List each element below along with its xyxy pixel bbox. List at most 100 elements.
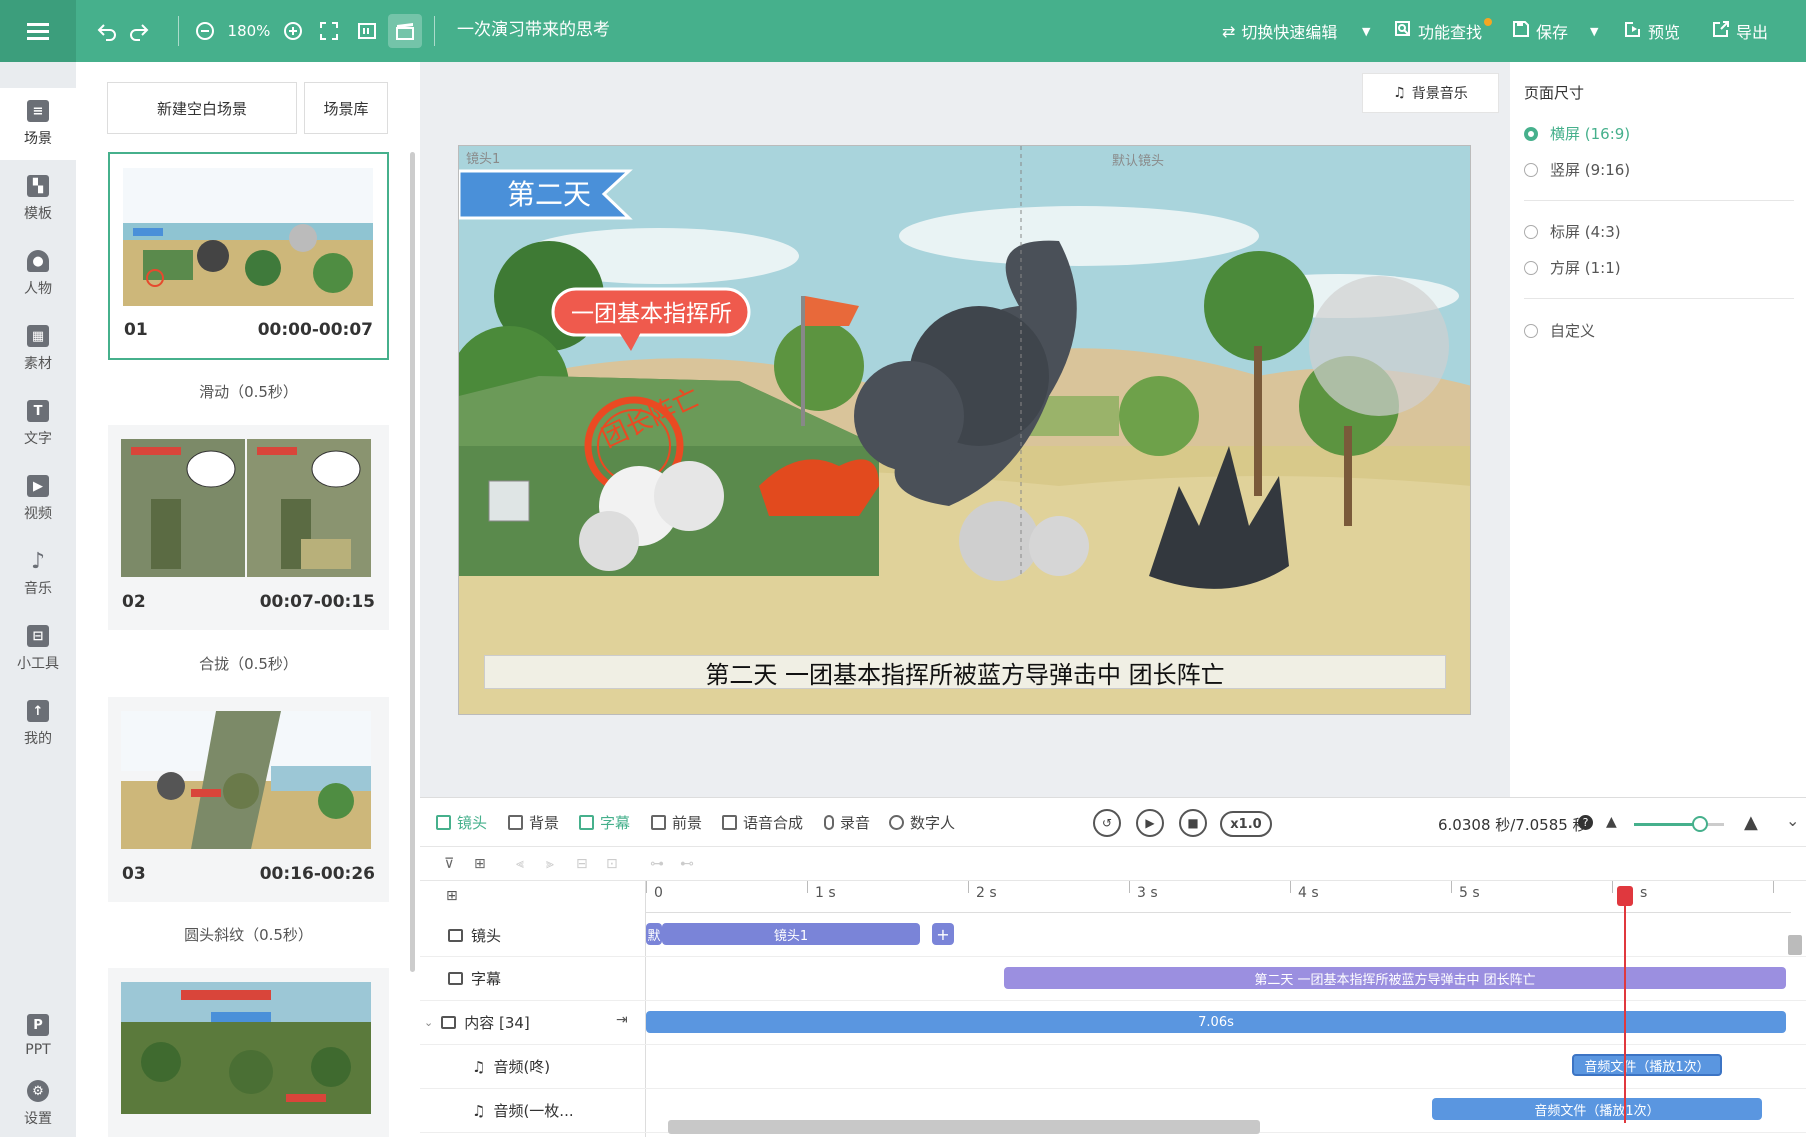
collapse-icon[interactable]: ⌄ — [1786, 811, 1799, 830]
nav-settings[interactable]: ⚙ 设置 — [0, 1074, 76, 1134]
tick-label: 2 s — [976, 885, 997, 901]
day-banner: 第二天 — [507, 178, 591, 211]
radio-square[interactable]: 方屏 (1:1) — [1524, 257, 1621, 278]
speed-button[interactable]: x1.0 — [1220, 811, 1272, 837]
tool-lens[interactable]: 镜头 — [436, 812, 487, 833]
group-icon[interactable]: ⊞ — [474, 856, 486, 872]
distribute-icon[interactable]: ⊡ — [606, 856, 618, 872]
zoom-out-timeline-icon[interactable]: ▲ — [1606, 814, 1617, 830]
scene-illustration: 团长阵亡 第二天 一团基本指挥所 — [459, 146, 1470, 714]
tick — [1612, 881, 1613, 893]
align-right-icon[interactable]: ⫸ — [546, 856, 554, 872]
link-icon[interactable]: ⊶ — [650, 856, 664, 872]
subtitle-overlay[interactable]: 第二天 一团基本指挥所被蓝方导弹击中 团长阵亡 — [484, 655, 1446, 689]
page-size-title: 页面尺寸 — [1524, 84, 1585, 102]
zoom-in-icon[interactable] — [278, 0, 308, 62]
playhead-handle[interactable] — [1617, 886, 1633, 906]
help-icon[interactable]: ? — [1578, 815, 1593, 830]
default-lens-clip[interactable]: 默 — [646, 923, 662, 945]
tool-tts[interactable]: 语音合成 — [722, 812, 803, 833]
document-title[interactable]: 一次演习带来的思考 — [457, 0, 610, 62]
fit-screen-icon[interactable] — [352, 0, 382, 62]
track-label-audio2: ♫ 音频(一枚... — [472, 1100, 574, 1121]
tool-subtitle[interactable]: 字幕 — [579, 812, 630, 833]
tool-digital-human[interactable]: 数字人 — [889, 812, 955, 833]
scene-card[interactable]: 01 00:00-00:07 — [108, 152, 389, 360]
tool-foreground[interactable]: 前景 — [651, 812, 702, 833]
timeline-subtoolbar — [420, 847, 1806, 881]
replay-icon[interactable]: ↺ — [1093, 809, 1121, 837]
nav-music[interactable]: ♪ 音乐 — [0, 538, 76, 610]
content-clip[interactable]: 7.06s — [646, 1011, 1786, 1033]
nav-text[interactable]: T 文字 — [0, 388, 76, 460]
zoom-in-timeline-icon[interactable]: ▲ — [1744, 812, 1758, 833]
feature-search-button[interactable]: 功能查找 — [1394, 0, 1493, 62]
tool-record[interactable]: 录音 — [824, 812, 870, 833]
radio-landscape[interactable]: 横屏 (16:9) — [1524, 123, 1630, 144]
quick-edit-dropdown[interactable]: ▼ — [1362, 0, 1370, 62]
nav-label: 音乐 — [24, 581, 52, 597]
scene-transition[interactable]: 合拢（0.5秒） — [108, 653, 389, 674]
filter-icon[interactable]: ⊽ — [444, 856, 454, 872]
lens1-clip[interactable]: 镜头1 — [662, 923, 920, 945]
tool-background[interactable]: 背景 — [508, 812, 559, 833]
playhead[interactable] — [1624, 888, 1626, 1123]
save-dropdown[interactable]: ▼ — [1590, 0, 1598, 62]
nav-mine[interactable]: ↑ 我的 — [0, 688, 76, 760]
undo-icon[interactable] — [92, 0, 122, 62]
radio-custom[interactable]: 自定义 — [1524, 320, 1595, 341]
nav-label: PPT — [25, 1042, 51, 1058]
nav-scene[interactable]: ≡ 场景 — [0, 88, 76, 160]
scene-library-button[interactable]: 场景库 — [304, 82, 388, 134]
nav-video[interactable]: ▶ 视频 — [0, 463, 76, 535]
new-blank-scene-button[interactable]: 新建空白场景 — [107, 82, 297, 134]
fullscreen-icon[interactable] — [314, 0, 344, 62]
nav-material[interactable]: ▦ 素材 — [0, 313, 76, 385]
align-left-icon[interactable]: ⫷ — [516, 856, 524, 872]
zoom-out-icon[interactable] — [190, 0, 220, 62]
timeline-vscrollbar[interactable] — [1788, 935, 1802, 955]
radio-label: 方屏 (1:1) — [1550, 259, 1621, 277]
align-center-icon[interactable]: ⊟ — [576, 856, 588, 872]
add-lens-button[interactable]: + — [932, 923, 954, 945]
nav-ppt[interactable]: P PPT — [0, 1000, 76, 1072]
clapper-icon[interactable] — [388, 14, 422, 48]
audio2-clip[interactable]: 音频文件（播放1次） — [1432, 1098, 1762, 1120]
export-label: 导出 — [1736, 23, 1769, 42]
track-label-subtitle: 字幕 — [448, 968, 501, 989]
tool-label: 字幕 — [600, 814, 631, 832]
play-icon[interactable]: ▶ — [1136, 809, 1164, 837]
track-settings-icon[interactable]: ⊞ — [446, 888, 458, 904]
scene-card[interactable] — [108, 968, 389, 1137]
save-button[interactable]: 保存 — [1512, 0, 1568, 62]
slider-knob[interactable] — [1692, 816, 1708, 832]
scene-canvas[interactable]: 团长阵亡 第二天 一团基本指挥所 — [458, 145, 1471, 715]
audio1-clip[interactable]: 音频文件（播放1次） — [1572, 1054, 1722, 1076]
tick — [1129, 881, 1130, 893]
scenes-scrollbar[interactable] — [410, 152, 415, 972]
export-button[interactable]: 导出 — [1712, 0, 1768, 62]
chevron-down-icon[interactable]: ⌄ — [424, 1016, 433, 1029]
scene-card[interactable]: 02 00:07-00:15 — [108, 425, 389, 630]
nav-template[interactable]: ▚ 模板 — [0, 163, 76, 235]
radio-standard[interactable]: 标屏 (4:3) — [1524, 221, 1621, 242]
background-music-button[interactable]: ♫ 背景音乐 — [1362, 73, 1499, 113]
nav-person[interactable]: ● 人物 — [0, 238, 76, 310]
toolbox-icon: ⊟ — [27, 625, 49, 647]
scene-card[interactable]: 03 00:16-00:26 — [108, 697, 389, 902]
scene-transition[interactable]: 滑动（0.5秒） — [108, 381, 389, 402]
scene-transition[interactable]: 圆头斜纹（0.5秒） — [108, 924, 389, 945]
preview-button[interactable]: 预览 — [1624, 0, 1680, 62]
unlink-icon[interactable]: ⊷ — [680, 856, 694, 872]
nav-toolbox[interactable]: ⊟ 小工具 — [0, 613, 76, 685]
quick-edit-toggle[interactable]: ⇄ 切换快速编辑 — [1222, 0, 1337, 62]
menu-icon[interactable] — [0, 0, 76, 62]
redo-icon[interactable] — [124, 0, 154, 62]
timeline-hscrollbar[interactable] — [668, 1120, 1260, 1134]
subtitle-clip[interactable]: 第二天 一团基本指挥所被蓝方导弹击中 团长阵亡 — [1004, 967, 1786, 989]
scene-thumbnail — [121, 439, 371, 577]
stop-icon[interactable]: ■ — [1179, 809, 1207, 837]
export-track-icon[interactable]: ⇥ — [616, 1012, 628, 1028]
radio-portrait[interactable]: 竖屏 (9:16) — [1524, 159, 1630, 180]
tick — [1773, 881, 1774, 893]
